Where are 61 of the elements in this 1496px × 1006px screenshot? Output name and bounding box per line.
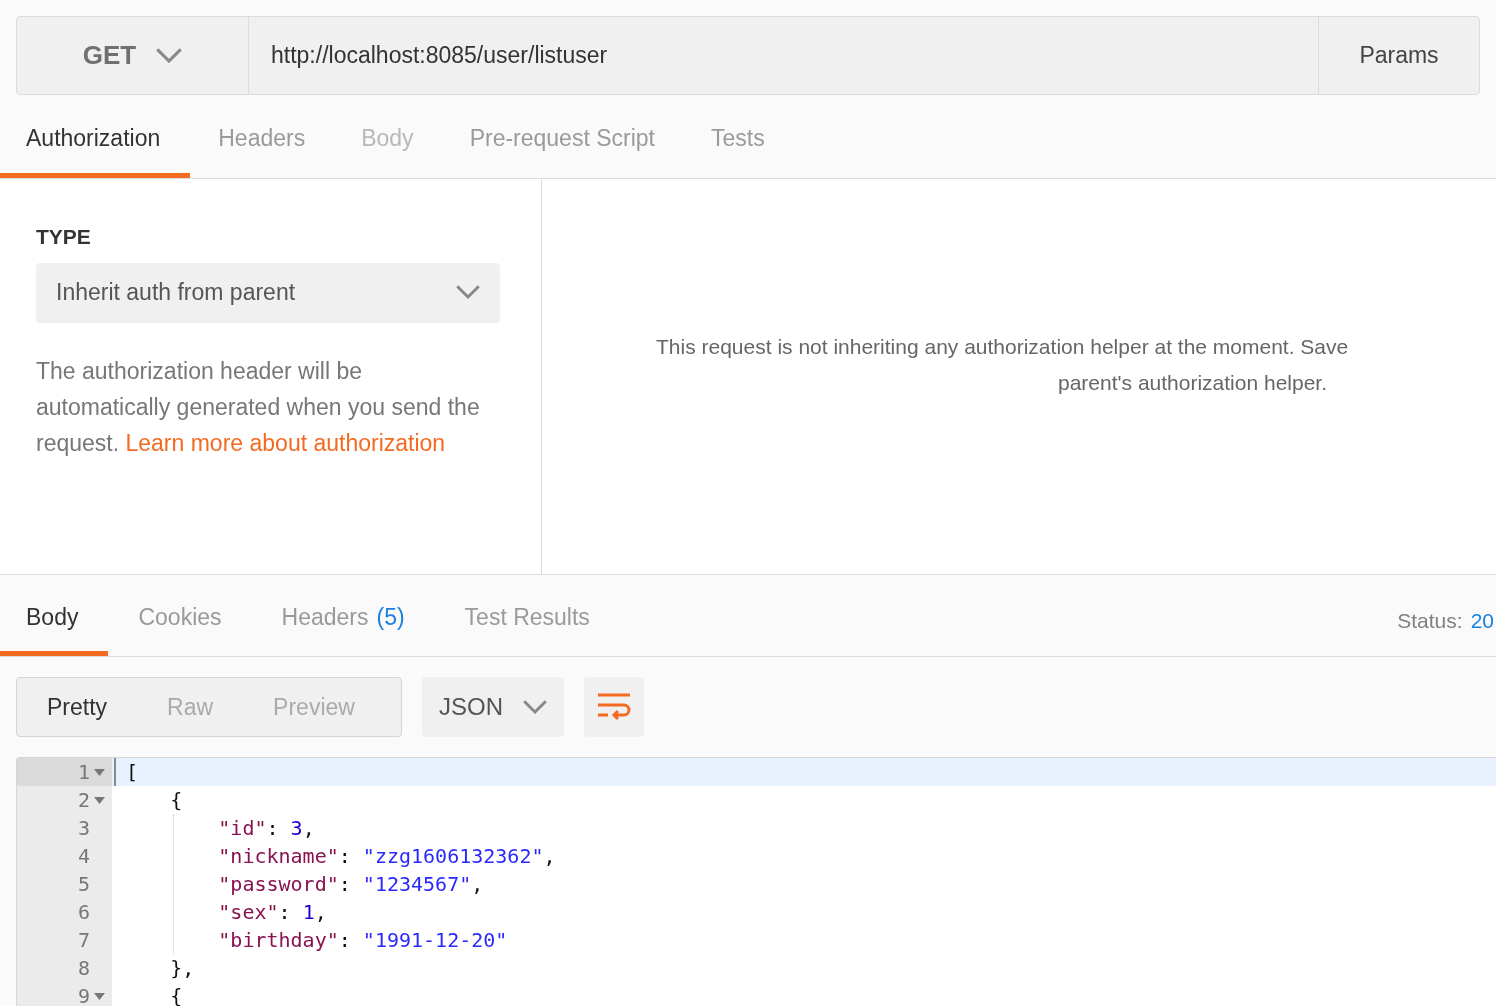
code-token: 1	[302, 899, 315, 926]
status-value: 20	[1470, 608, 1494, 634]
code-token: :	[278, 899, 292, 926]
wrap-lines-icon	[596, 691, 632, 723]
code-token: {	[169, 787, 183, 814]
type-label: TYPE	[36, 224, 92, 250]
auth-type-dropdown[interactable]: Inherit auth from parent	[36, 262, 500, 323]
line-number: 5	[77, 871, 90, 898]
code-token: [	[126, 759, 139, 786]
line-number: 2	[77, 787, 90, 814]
fold-arrow-icon[interactable]	[94, 992, 105, 1000]
code-token: :	[266, 815, 280, 842]
response-tab[interactable]: Headers (5)	[251, 590, 435, 656]
line-number: 1	[77, 759, 90, 786]
code-token: ,	[543, 843, 556, 870]
code-token: ,	[471, 871, 484, 898]
view-mode-tab[interactable]: Raw	[167, 689, 214, 725]
view-mode-tab[interactable]: Preview	[273, 689, 355, 725]
request-tab[interactable]: Pre-request Script	[441, 110, 683, 178]
url-field[interactable]: http://localhost:8085/user/listuser	[249, 17, 1318, 94]
code-token: },	[169, 955, 195, 982]
auth-description: The authorization header will be automatically generated when you send the request. Learn more about authorization	[36, 356, 481, 458]
response-tab[interactable]: Body	[0, 590, 109, 656]
wrap-button[interactable]	[584, 677, 644, 737]
chevron-down-icon	[156, 47, 183, 64]
code-token: "password"	[217, 871, 339, 898]
code-token: "id"	[217, 815, 267, 842]
view-mode-tab[interactable]: Pretty	[47, 689, 108, 725]
code-token: "zzg1606132362"	[362, 843, 544, 870]
code-token: {	[169, 983, 183, 1006]
chevron-down-icon	[523, 699, 547, 715]
request-tab[interactable]: Headers	[190, 110, 334, 178]
line-number: 4	[77, 843, 90, 870]
line-number: 9	[77, 983, 90, 1006]
fold-arrow-icon[interactable]	[94, 796, 105, 804]
code-token: ,	[314, 899, 327, 926]
code-token: :	[338, 843, 352, 870]
code-token: :	[338, 871, 352, 898]
line-number: 3	[77, 815, 90, 842]
code-token: :	[338, 927, 352, 954]
code-token: ,	[302, 815, 315, 842]
line-number: 7	[77, 927, 90, 954]
response-tab[interactable]: Cookies	[108, 590, 252, 656]
method-dropdown[interactable]: GET	[17, 17, 249, 94]
code-token: "nickname"	[217, 843, 339, 870]
code-token: "1991-12-20"	[362, 927, 508, 954]
learn-more-link[interactable]: Learn more about authorization	[125, 429, 446, 456]
code-token: "birthday"	[217, 927, 339, 954]
response-tab[interactable]: Test Results	[434, 590, 620, 656]
fold-arrow-icon[interactable]	[94, 768, 105, 776]
line-number: 6	[77, 899, 90, 926]
code-token: "1234567"	[362, 871, 472, 898]
chevron-down-icon	[456, 285, 480, 300]
code-token: 3	[290, 815, 303, 842]
status-label: Status:	[1397, 608, 1463, 634]
code-token: "sex"	[217, 899, 279, 926]
auth-message: This request is not inheriting any authorization helper at the moment. Save parent's authorization helper.	[655, 334, 1350, 396]
request-tab[interactable]: Tests	[683, 110, 793, 178]
line-number: 8	[77, 955, 90, 982]
params-button[interactable]: Params	[1318, 17, 1479, 94]
language-dropdown[interactable]: JSON	[422, 677, 564, 737]
